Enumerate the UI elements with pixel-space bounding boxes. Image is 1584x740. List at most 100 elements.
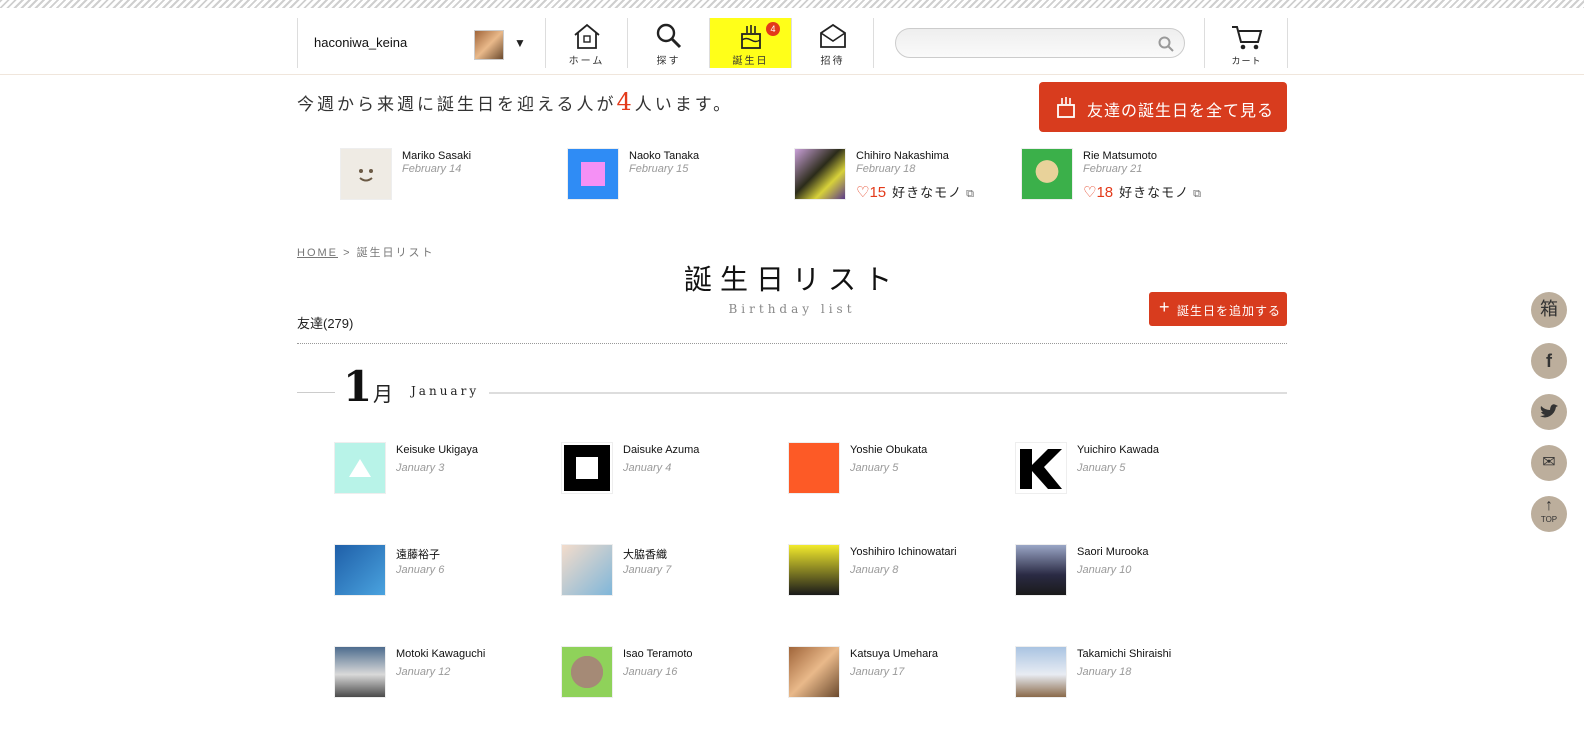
add-birthday-button[interactable]: + 誕生日を追加する	[1149, 292, 1287, 326]
friend-date: January 7	[623, 564, 672, 576]
divider	[1204, 18, 1205, 68]
square-icon	[564, 445, 610, 491]
list-item[interactable]: Yuichiro Kawada January 5	[1015, 442, 1235, 496]
upcoming-friend[interactable]: Naoko Tanaka February 15	[567, 148, 787, 204]
friend-avatar[interactable]	[788, 442, 840, 494]
friend-name[interactable]: 遠藤裕子	[396, 546, 440, 562]
friend-avatar[interactable]	[340, 148, 392, 200]
copy-icon: ⧉	[1193, 188, 1202, 200]
username: haconiwa_keina	[314, 35, 408, 50]
month-rule-left	[297, 392, 335, 393]
likes-number: ♡18	[1083, 184, 1114, 201]
friend-date: February 21	[1083, 163, 1143, 175]
friend-avatar[interactable]	[561, 544, 613, 596]
friend-avatar[interactable]	[1015, 442, 1067, 494]
letter-k-icon	[1020, 449, 1062, 489]
friend-date: January 6	[396, 564, 445, 576]
list-item[interactable]: Katsuya Umehara January 17	[788, 646, 1008, 700]
friend-date: February 15	[629, 163, 689, 175]
friends-count[interactable]: 友達(279)	[297, 313, 353, 332]
mail-icon[interactable]: ✉	[1531, 445, 1567, 481]
list-item[interactable]: 大脇香織 January 7	[561, 544, 781, 598]
friend-name[interactable]: Rie Matsumoto	[1083, 150, 1157, 162]
likes-count[interactable]: ♡18 好きなモノ ⧉	[1083, 182, 1201, 201]
friend-date: January 12	[396, 666, 451, 678]
list-item[interactable]: Motoki Kawaguchi January 12	[334, 646, 554, 700]
list-item[interactable]: Keisuke Ukigaya January 3	[334, 442, 554, 496]
list-item[interactable]: Yoshie Obukata January 5	[788, 442, 1008, 496]
birthday-badge: 4	[766, 22, 780, 36]
cart-button[interactable]: カート	[1206, 18, 1288, 68]
list-item[interactable]: Yoshihiro Ichinowatari January 8	[788, 544, 1008, 598]
smiley-icon	[359, 169, 373, 182]
friend-name[interactable]: Mariko Sasaki	[402, 150, 471, 162]
cake-icon	[741, 25, 761, 49]
page-title: 誕生日リスト	[683, 263, 900, 296]
friend-name[interactable]: Katsuya Umehara	[850, 648, 938, 660]
upcoming-friend[interactable]: Chihiro Nakashima February 18 ♡15 好きなモノ ⧉	[794, 148, 1014, 204]
friend-name[interactable]: Takamichi Shiraishi	[1077, 648, 1171, 660]
add-birthday-label: 誕生日を追加する	[1177, 304, 1282, 318]
friend-avatar[interactable]	[1015, 544, 1067, 596]
nav-invite-label: 招待	[820, 56, 845, 67]
friend-date: January 5	[850, 462, 899, 474]
friend-name[interactable]: Yuichiro Kawada	[1077, 444, 1159, 456]
likes-label: 好きなモノ	[892, 186, 963, 201]
search-input[interactable]	[895, 28, 1185, 58]
cart-icon	[1232, 26, 1263, 50]
friend-avatar[interactable]	[561, 442, 613, 494]
twitter-icon[interactable]	[1531, 394, 1567, 430]
cake-icon	[1057, 97, 1075, 118]
likes-count[interactable]: ♡15 好きなモノ ⧉	[856, 182, 974, 201]
friend-avatar[interactable]	[1015, 646, 1067, 698]
triangle-icon	[349, 459, 371, 477]
facebook-icon[interactable]: f	[1531, 343, 1567, 379]
friend-name[interactable]: Naoko Tanaka	[629, 150, 699, 162]
friend-avatar[interactable]	[788, 646, 840, 698]
friend-avatar[interactable]	[334, 646, 386, 698]
list-item[interactable]: 遠藤裕子 January 6	[334, 544, 554, 598]
list-item[interactable]: Saori Murooka January 10	[1015, 544, 1235, 598]
user-avatar[interactable]	[474, 30, 504, 60]
box-button[interactable]: 箱	[1531, 292, 1567, 328]
friend-avatar[interactable]	[334, 442, 386, 494]
search-icon[interactable]	[1158, 36, 1174, 52]
view-all-birthdays-button[interactable]: 友達の誕生日を全て見る	[1039, 82, 1287, 132]
friend-name[interactable]: Chihiro Nakashima	[856, 150, 949, 162]
friend-date: January 5	[1077, 462, 1126, 474]
upcoming-friend[interactable]: Rie Matsumoto February 21 ♡18 好きなモノ ⧉	[1021, 148, 1241, 204]
friend-avatar[interactable]	[334, 544, 386, 596]
nav-invite[interactable]: 招待	[792, 18, 874, 68]
arrow-up-icon: ↑	[1545, 497, 1553, 514]
nav-home[interactable]: ホーム	[546, 18, 628, 68]
friend-avatar[interactable]	[561, 646, 613, 698]
scroll-top-button[interactable]: ↑ TOP	[1531, 496, 1567, 532]
friend-avatar[interactable]	[567, 148, 619, 200]
chevron-down-icon[interactable]: ▼	[514, 36, 526, 50]
bird-icon	[1540, 404, 1558, 418]
friend-name[interactable]: Isao Teramoto	[623, 648, 693, 660]
friend-name[interactable]: Motoki Kawaguchi	[396, 648, 485, 660]
month-rule-right	[489, 392, 1287, 394]
nav-birthday[interactable]: 4 誕生日	[710, 18, 792, 68]
friend-date: January 18	[1077, 666, 1132, 678]
upcoming-friend[interactable]: Mariko Sasaki February 14	[340, 148, 560, 204]
friend-name[interactable]: Daisuke Azuma	[623, 444, 699, 456]
view-all-label: 友達の誕生日を全て見る	[1087, 101, 1275, 120]
friend-avatar[interactable]	[788, 544, 840, 596]
top-decoration	[0, 0, 1584, 8]
user-menu[interactable]: haconiwa_keina ▼	[298, 18, 546, 68]
friend-avatar[interactable]	[794, 148, 846, 200]
friend-name[interactable]: Yoshie Obukata	[850, 444, 927, 456]
friend-name[interactable]: Keisuke Ukigaya	[396, 444, 478, 456]
list-item[interactable]: Takamichi Shiraishi January 18	[1015, 646, 1235, 700]
friend-name[interactable]: 大脇香織	[623, 546, 667, 562]
friend-date: January 4	[623, 462, 672, 474]
list-item[interactable]: Daisuke Azuma January 4	[561, 442, 781, 496]
likes-number: ♡15	[856, 184, 887, 201]
friend-name[interactable]: Saori Murooka	[1077, 546, 1149, 558]
nav-search[interactable]: 探す	[628, 18, 710, 68]
list-item[interactable]: Isao Teramoto January 16	[561, 646, 781, 700]
friend-avatar[interactable]	[1021, 148, 1073, 200]
friend-name[interactable]: Yoshihiro Ichinowatari	[850, 546, 957, 558]
